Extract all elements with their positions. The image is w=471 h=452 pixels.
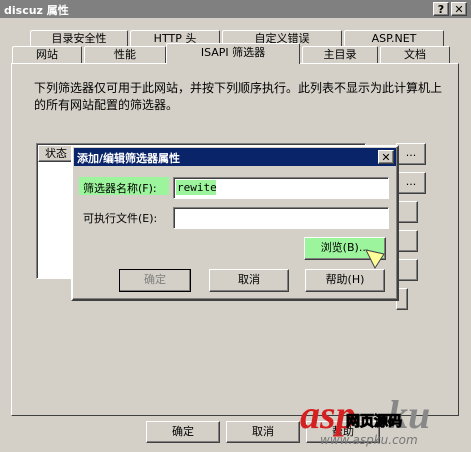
filter-description: 下列筛选器仅可用于此网站，并按下列顺序执行。此列表不显示为此计算机上的所有网站配… [34,81,443,112]
close-icon: ✕ [381,151,391,164]
tab-performance[interactable]: 性能 [84,46,166,63]
help-caption-button[interactable]: ? [433,2,449,16]
side-button-1[interactable]: ... [396,143,426,165]
dialog-title-bar: 添加/编辑筛选器属性 [74,148,396,166]
filter-properties-dialog: 添加/编辑筛选器属性 ✕ 筛选器名称(F): rewite 可执行文件(E): … [71,145,399,301]
cancel-button[interactable]: 取消 [226,421,300,443]
window-title: discuz 属性 [4,4,69,17]
filter-name-value: rewite [177,181,217,194]
filter-name-label: 筛选器名称(F): [83,182,157,195]
executable-label: 可执行文件(E): [83,212,158,225]
watermark-url: www.aspku.com [320,433,418,447]
tab-isapi-filters[interactable]: ISAPI 筛选器 [166,43,300,64]
tab-home-directory[interactable]: 主目录 [302,46,378,63]
close-caption-button[interactable]: ✕ [451,2,467,16]
side-button-4[interactable] [396,230,418,252]
watermark: asp ku 网页源码 www.aspku.com [300,395,471,452]
help-icon: ? [437,3,445,16]
mouse-cursor-icon [365,249,385,270]
filter-name-input[interactable]: rewite [173,177,389,199]
dialog-close-button[interactable]: ✕ [378,150,394,164]
side-button-5[interactable] [396,259,418,281]
tab-aspnet[interactable]: ASP.NET [344,30,444,46]
dialog-cancel-button[interactable]: 取消 [209,269,289,292]
side-button-3[interactable] [396,201,418,223]
dialog-ok-button[interactable]: 确定 [119,269,191,292]
dialog-title: 添加/编辑筛选器属性 [77,152,181,165]
watermark-sub: 网页源码 [346,414,403,431]
ok-button[interactable]: 确定 [146,421,220,443]
side-button-2[interactable]: ... [396,172,426,194]
dialog-help-button[interactable]: 帮助(H) [305,269,385,292]
close-icon: ✕ [454,3,464,16]
tab-documents[interactable]: 文档 [380,46,450,63]
executable-input[interactable] [173,207,389,229]
tab-website[interactable]: 网站 [12,46,82,63]
tab-directory-security[interactable]: 目录安全性 [30,30,128,46]
window-title-bar: discuz 属性 [0,0,471,18]
